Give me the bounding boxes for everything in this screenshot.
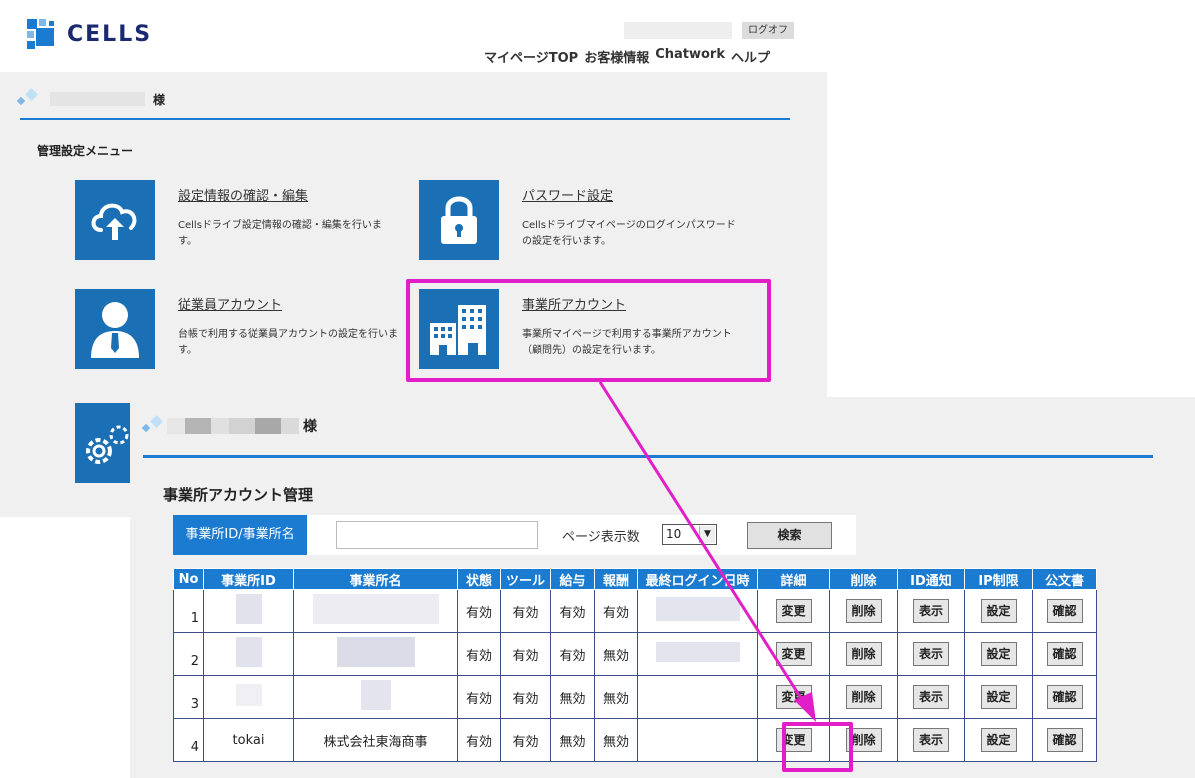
annotation-arrow [598,381,816,722]
